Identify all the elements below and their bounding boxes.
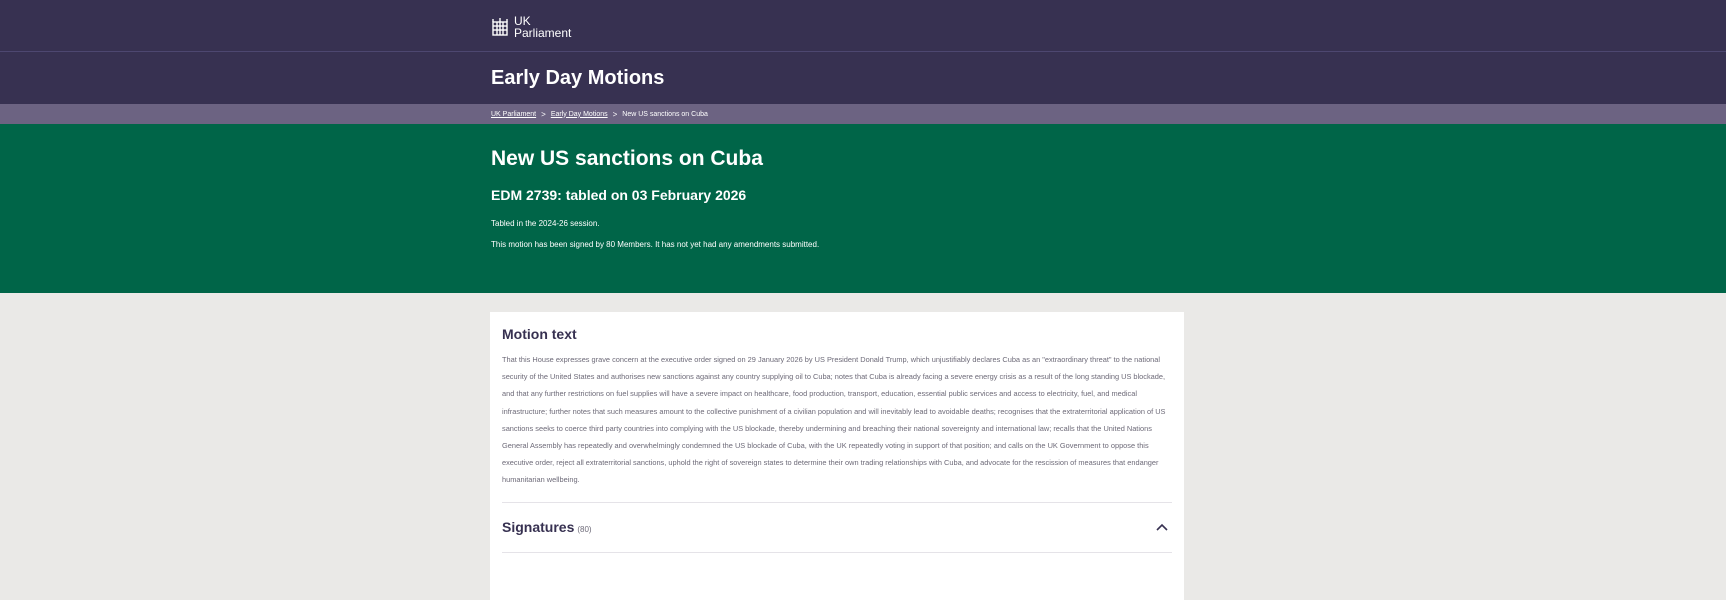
motion-text-body: That this House expresses grave concern … xyxy=(502,355,1166,485)
motion-card: Motion text That this House expresses gr… xyxy=(490,312,1184,600)
motion-title: New US sanctions on Cuba xyxy=(491,147,763,170)
breadcrumb-link-early-day-motions[interactable]: Early Day Motions xyxy=(551,111,608,118)
breadcrumb-separator: > xyxy=(612,109,618,119)
breadcrumb-separator: > xyxy=(541,109,546,119)
signatures-toggle-row[interactable]: Signatures (80) xyxy=(502,503,1172,553)
motion-hero: New US sanctions on Cuba EDM 2739: table… xyxy=(0,124,1726,293)
signatures-label: Signatures xyxy=(502,519,575,536)
section-header: Early Day Motions xyxy=(0,52,1726,104)
breadcrumb: UK Parliament > Early Day Motions > New … xyxy=(0,104,1726,124)
breadcrumb-link-uk-parliament[interactable]: UK Parliament xyxy=(491,111,536,118)
signed-note: This motion has been signed by 80 Member… xyxy=(491,240,820,249)
top-header: UK Parliament xyxy=(0,0,1726,52)
signatures-heading: Signatures (80) xyxy=(502,519,592,535)
chevron-up-icon[interactable] xyxy=(1152,517,1172,537)
portcullis-icon xyxy=(491,17,509,37)
logo-text: UK Parliament xyxy=(514,15,571,39)
logo-line-2: Parliament xyxy=(514,26,572,40)
uk-parliament-logo[interactable]: UK Parliament xyxy=(491,15,571,39)
motion-subtitle: EDM 2739: tabled on 03 February 2026 xyxy=(491,187,747,203)
signatures-count: (80) xyxy=(577,525,592,535)
motion-text-heading: Motion text xyxy=(502,326,577,342)
breadcrumb-current: New US sanctions on Cuba xyxy=(622,110,708,118)
section-title: Early Day Motions xyxy=(491,66,665,89)
session-note: Tabled in the 2024-26 session. xyxy=(491,219,600,228)
